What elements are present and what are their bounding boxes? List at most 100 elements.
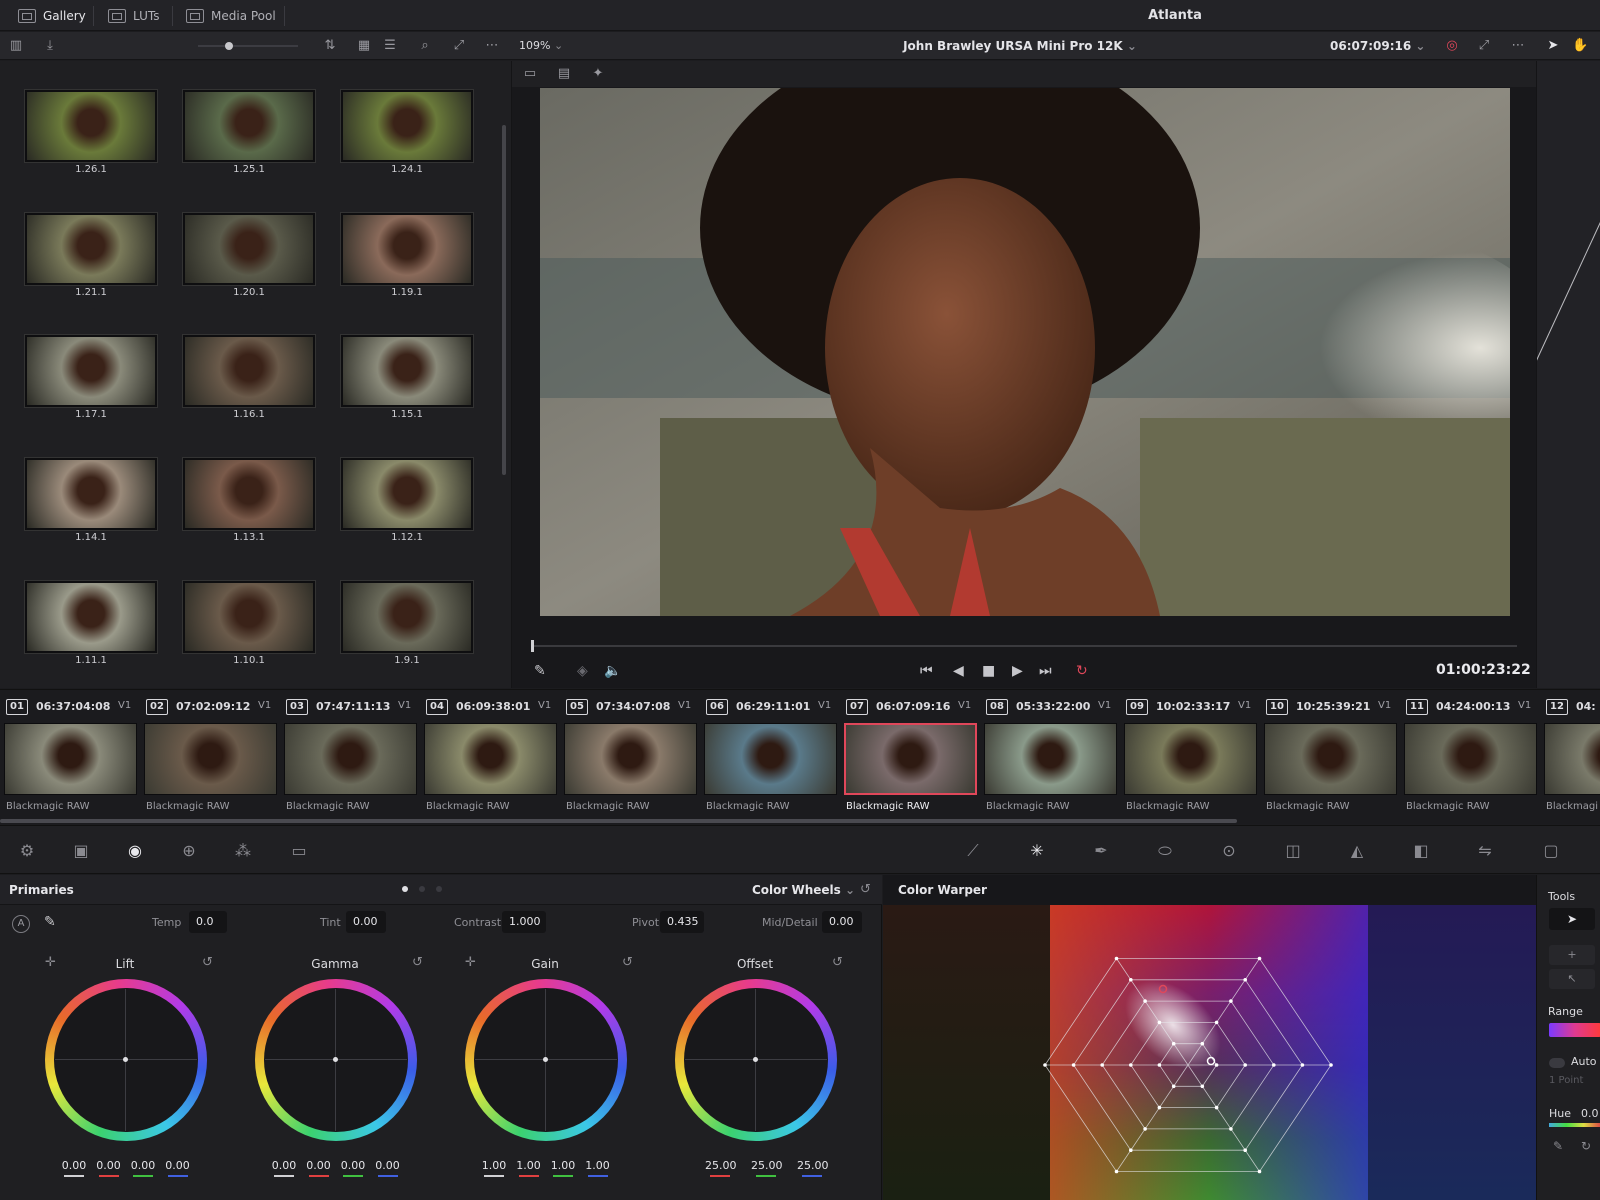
scrubber-track[interactable] [532, 645, 1517, 647]
warper-point[interactable] [1272, 1063, 1276, 1067]
clip-thumbnail[interactable] [284, 723, 417, 795]
warper-point[interactable] [1243, 977, 1247, 982]
wheel-picker-icon[interactable]: ✛ [465, 955, 476, 970]
audio-icon[interactable]: 🔈 [604, 663, 621, 679]
wheel-value[interactable]: 1.00 [479, 1159, 509, 1172]
expand-icon[interactable]: ⤢ [451, 38, 467, 54]
auto-balance-icon[interactable]: A [12, 915, 30, 933]
mid-detail-field[interactable]: 0.00 [822, 911, 862, 933]
warper-point[interactable] [1114, 1169, 1119, 1174]
wheel-reset-icon[interactable]: ↺ [412, 955, 423, 970]
gallery-still[interactable] [183, 90, 315, 162]
timeline-clip[interactable]: 06 06:29:11:01 V1 Blackmagic RAW [700, 690, 840, 825]
page-dot-active[interactable] [402, 886, 408, 892]
warper-point[interactable] [1157, 1020, 1162, 1025]
magic-wand-icon[interactable]: ✦ [590, 66, 606, 82]
warper-point[interactable] [1257, 956, 1262, 961]
hdr-wheels-icon[interactable]: ⊕ [178, 840, 200, 862]
color-warper-icon[interactable]: ✳ [1026, 840, 1048, 862]
wheel-handle[interactable] [753, 1057, 758, 1062]
pivot-field[interactable]: 0.435 [660, 911, 704, 933]
highlight-icon[interactable]: ◈ [577, 663, 588, 679]
timeline-clip[interactable]: 08 05:33:22:00 V1 Blackmagic RAW [980, 690, 1120, 825]
timeline-clip[interactable]: 09 10:02:33:17 V1 Blackmagic RAW [1120, 690, 1260, 825]
clip-thumbnail[interactable] [984, 723, 1117, 795]
warper-point[interactable] [1214, 1020, 1219, 1025]
gallery-still[interactable] [25, 335, 157, 407]
wheel-value[interactable]: 0.00 [373, 1159, 403, 1172]
range-slider[interactable] [1549, 1023, 1600, 1037]
timeline-clip[interactable]: 05 07:34:07:08 V1 Blackmagic RAW [560, 690, 700, 825]
list-view-icon[interactable]: ☰ [382, 38, 398, 54]
warper-point[interactable] [1243, 1148, 1247, 1153]
clip-thumbnail[interactable] [1404, 723, 1537, 795]
gallery-still[interactable] [183, 581, 315, 653]
warper-point[interactable] [1171, 1041, 1176, 1046]
wheel-value[interactable]: 0.00 [269, 1159, 299, 1172]
wheel-value[interactable]: 25.00 [751, 1159, 783, 1172]
timeline-scrollbar[interactable] [0, 819, 1237, 823]
wheel-value[interactable]: 0.00 [128, 1159, 158, 1172]
slider-handle[interactable] [225, 42, 233, 50]
warper-point[interactable] [1257, 1169, 1262, 1174]
timeline-clip[interactable]: 01 06:37:04:08 V1 Blackmagic RAW [0, 690, 140, 825]
warper-point[interactable] [1300, 1063, 1305, 1067]
camera-raw-icon[interactable]: ⚙ [16, 840, 38, 862]
hue-bar[interactable] [1549, 1123, 1600, 1127]
qualifier-icon[interactable]: ✒ [1090, 840, 1112, 862]
picker-icon[interactable]: ✎ [534, 663, 546, 679]
warper-mesh[interactable] [883, 905, 1536, 1200]
warper-point[interactable] [1200, 1041, 1205, 1046]
curves-icon[interactable]: ⟋ [962, 840, 984, 862]
source-timecode[interactable]: 06:07:09:16 ⌄ [1330, 39, 1425, 53]
wheel-value[interactable]: 25.00 [797, 1159, 829, 1172]
gallery-still[interactable] [341, 335, 473, 407]
warper-point[interactable] [1329, 1063, 1333, 1067]
video-frame[interactable] [540, 88, 1510, 616]
timeline-clip[interactable]: 07 06:07:09:16 V1 Blackmagic RAW [840, 690, 980, 825]
sidebar-toggle-icon[interactable]: ▥ [8, 38, 24, 54]
wheel-reset-icon[interactable]: ↺ [832, 955, 843, 970]
pointer-icon[interactable]: ➤ [1545, 38, 1561, 54]
magic-mask-icon[interactable]: ◫ [1282, 840, 1304, 862]
reset-icon[interactable]: ↺ [860, 882, 871, 897]
gallery-still[interactable] [341, 213, 473, 285]
tint-field[interactable]: 0.00 [346, 911, 386, 933]
clip-thumbnail[interactable] [144, 723, 277, 795]
timeline-clip[interactable]: 12 04: Blackmagi [1540, 690, 1600, 825]
clip-thumbnail[interactable] [424, 723, 557, 795]
warper-point[interactable] [1214, 1063, 1219, 1067]
warper-point[interactable] [1114, 956, 1119, 961]
rotate-icon[interactable]: ↻ [1581, 1139, 1591, 1153]
window-icon[interactable]: ⬭ [1154, 840, 1176, 862]
warper-point[interactable] [1171, 1084, 1176, 1089]
wheel-value[interactable]: 0.00 [59, 1159, 89, 1172]
wheel-value[interactable]: 0.00 [304, 1159, 334, 1172]
viewer-more-icon[interactable]: ⋯ [1510, 38, 1526, 54]
blur-icon[interactable]: ◭ [1346, 840, 1368, 862]
motion-effects-icon[interactable]: ▭ [288, 840, 310, 862]
tracker-icon[interactable]: ⊙ [1218, 840, 1240, 862]
gallery-still[interactable] [25, 213, 157, 285]
clip-thumbnail[interactable] [4, 723, 137, 795]
gallery-still[interactable] [341, 90, 473, 162]
loop-icon[interactable]: ↻ [1076, 663, 1088, 679]
gallery-still[interactable] [183, 458, 315, 530]
sort-icon[interactable]: ⇅ [322, 38, 338, 54]
page-dot[interactable] [436, 886, 442, 892]
warper-point[interactable] [1157, 1105, 1162, 1110]
wheel-value[interactable]: 0.00 [338, 1159, 368, 1172]
gallery-still[interactable] [25, 581, 157, 653]
wheel-handle[interactable] [543, 1057, 548, 1062]
clip-thumbnail[interactable] [1264, 723, 1397, 795]
tab-luts[interactable]: LUTs [98, 0, 169, 31]
thumbnail-size-slider[interactable] [198, 45, 298, 47]
move-point-button[interactable]: ↖ [1549, 969, 1595, 989]
color-wheel[interactable] [45, 979, 207, 1141]
step-back-icon[interactable]: ◀ [953, 663, 964, 679]
color-wheels-icon[interactable]: ◉ [124, 840, 146, 862]
split-screen-icon[interactable]: ▭ [522, 66, 538, 82]
color-wheel[interactable] [675, 979, 837, 1141]
more-options-icon[interactable]: ⋯ [484, 38, 500, 54]
add-point-button[interactable]: + [1549, 945, 1595, 965]
